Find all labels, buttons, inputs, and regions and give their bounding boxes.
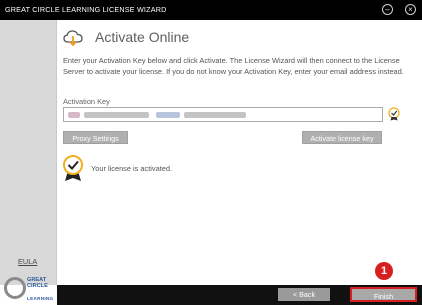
eula-link[interactable]: EULA xyxy=(18,257,37,266)
logo-line2: CIRCLE xyxy=(27,283,48,290)
blurred-key-segment xyxy=(84,112,149,118)
step-annotation-badge: 1 xyxy=(375,262,393,280)
finish-button[interactable]: Finish xyxy=(350,287,417,302)
logo-ring-icon xyxy=(4,277,26,299)
window-title: GREAT CIRCLE LEARNING LICENSE WIZARD xyxy=(5,5,167,14)
logo-line3: LEARNING xyxy=(27,296,54,301)
proxy-settings-button[interactable]: Proxy Settings xyxy=(63,131,128,144)
footer-bar: < Back Finish xyxy=(57,285,422,305)
title-bar: GREAT CIRCLE LEARNING LICENSE WIZARD – × xyxy=(0,0,422,20)
sidebar xyxy=(0,20,56,285)
main-content: Activate Online Enter your Activation Ke… xyxy=(57,20,422,285)
activate-license-key-button[interactable]: Activate license key xyxy=(302,131,382,144)
back-button[interactable]: < Back xyxy=(278,288,330,301)
blurred-key-segment xyxy=(184,112,246,118)
activation-key-label: Activation Key xyxy=(63,97,110,106)
cloud-download-icon xyxy=(63,30,83,47)
checkmark-badge-icon xyxy=(388,107,400,121)
blurred-key-segment xyxy=(156,112,180,118)
license-status-text: Your license is activated. xyxy=(91,164,173,173)
activation-key-input[interactable] xyxy=(63,107,383,122)
minus-icon[interactable]: – xyxy=(382,4,393,15)
license-wizard-window: GREAT CIRCLE LEARNING LICENSE WIZARD – ×… xyxy=(0,0,422,305)
great-circle-learning-logo: GREAT CIRCLE LEARNING xyxy=(4,275,56,303)
instructions-text: Enter your Activation Key below and clic… xyxy=(63,56,404,76)
page-title: Activate Online xyxy=(95,29,190,45)
blurred-key-segment xyxy=(68,112,80,118)
close-icon[interactable]: × xyxy=(405,4,416,15)
checkmark-badge-icon xyxy=(63,155,83,181)
